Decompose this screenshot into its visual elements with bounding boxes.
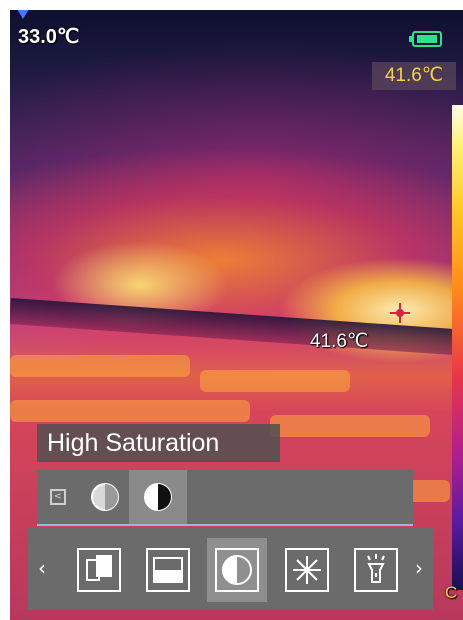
palette-name-label: High Saturation (37, 424, 280, 462)
toolbar-prev-button[interactable]: ‹ (34, 548, 50, 588)
split-screen-button[interactable] (138, 538, 198, 602)
high-contrast-icon (144, 483, 172, 511)
color-scale-bar (452, 105, 463, 590)
keyboard-key-row (270, 415, 430, 437)
picture-in-picture-icon (77, 548, 121, 592)
min-temp-marker-icon (17, 10, 29, 19)
palette-contrast-icon (215, 548, 259, 592)
keyboard-key-row (10, 400, 250, 422)
battery-icon (409, 31, 442, 47)
clipped-temp-fragment: C (445, 583, 458, 602)
palette-contrast-button[interactable] (207, 538, 267, 602)
brightness-icon (285, 548, 329, 592)
crosshair-icon (390, 303, 410, 323)
spot-temp-readout: 41.6℃ (310, 331, 369, 352)
keyboard-key-row (200, 370, 350, 392)
flashlight-icon (354, 548, 398, 592)
submenu-high-contrast-button[interactable] (129, 470, 187, 524)
brightness-button[interactable] (277, 538, 337, 602)
split-screen-icon (146, 548, 190, 592)
palette-submenu: < (37, 470, 413, 526)
half-contrast-icon (91, 483, 119, 511)
flashlight-button[interactable] (346, 538, 406, 602)
back-icon: < (50, 489, 66, 505)
min-temp-readout: 33.0℃ (18, 26, 80, 48)
toolbar-next-button[interactable]: › (411, 548, 427, 588)
submenu-half-contrast-button[interactable] (85, 470, 125, 524)
max-temp-readout: 41.6℃ (372, 62, 456, 90)
bottom-toolbar: ‹ › (28, 528, 433, 610)
picture-in-picture-button[interactable] (69, 538, 129, 602)
keyboard-key-row (10, 355, 190, 377)
submenu-back-button[interactable]: < (49, 470, 67, 524)
